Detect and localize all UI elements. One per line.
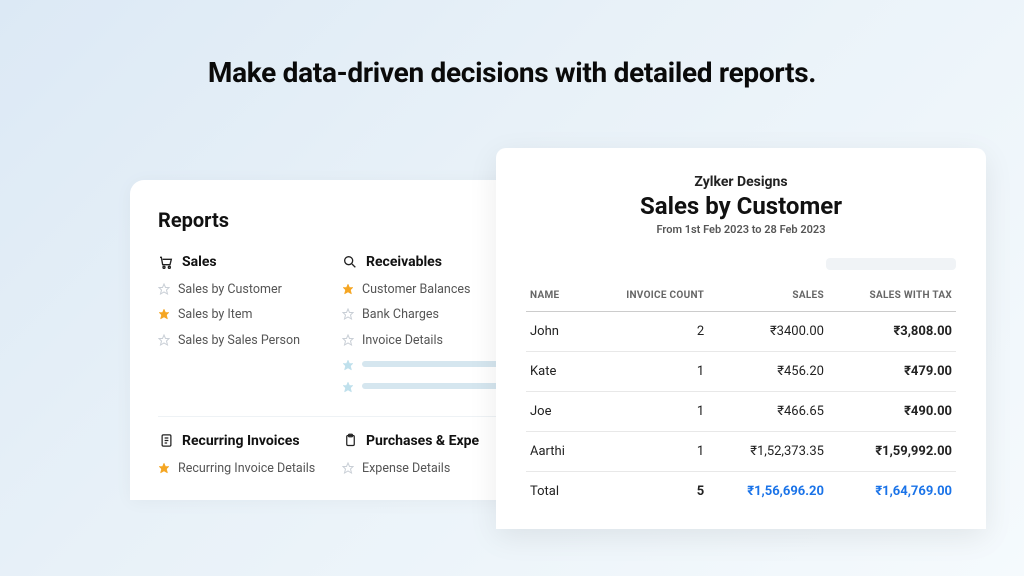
star-icon [158,462,170,474]
placeholder-item [342,358,502,371]
star-icon [158,308,170,320]
report-item-expense-details[interactable]: Expense Details [342,461,502,477]
category-label: Receivables [366,254,442,270]
cell-withtax: ₹3,808.00 [828,312,956,352]
report-item-customer-balances[interactable]: Customer Balances [342,282,502,298]
star-icon [342,308,354,320]
col-invoice-count[interactable]: INVOICE COUNT [587,280,709,312]
category-label: Sales [182,254,217,270]
col-sales[interactable]: SALES [708,280,828,312]
table-row[interactable]: Kate 1 ₹456.20 ₹479.00 [526,352,956,392]
star-icon [342,462,354,474]
cell-total-sales: ₹1,56,696.20 [708,472,828,512]
report-item-label: Invoice Details [362,333,443,349]
cell-withtax: ₹1,59,992.00 [828,432,956,472]
category-sales[interactable]: Sales [158,254,318,270]
star-icon [342,359,354,371]
report-item-label: Sales by Customer [178,282,282,298]
cell-sales: ₹1,52,373.35 [708,432,828,472]
report-item-sales-by-item[interactable]: Sales by Item [158,307,318,323]
cell-name: Aarthi [526,432,587,472]
star-icon [342,334,354,346]
report-item-label: Customer Balances [362,282,470,298]
report-item-bank-charges[interactable]: Bank Charges [342,307,502,323]
cell-total-label: Total [526,472,587,512]
placeholder-item [342,380,502,393]
table-row[interactable]: John 2 ₹3400.00 ₹3,808.00 [526,312,956,352]
report-title: Sales by Customer [526,192,956,220]
star-icon [158,334,170,346]
star-icon [342,283,354,295]
reports-title: Reports [158,208,502,232]
col-name[interactable]: NAME [526,280,587,312]
sales-table: NAME INVOICE COUNT SALES SALES WITH TAX … [526,280,956,511]
category-recurring[interactable]: Recurring Invoices [158,433,318,449]
receivables-icon [342,254,358,270]
report-item-sales-by-sales-person[interactable]: Sales by Sales Person [158,333,318,349]
category-receivables[interactable]: Receivables [342,254,502,270]
document-icon [158,433,174,449]
cell-count: 1 [587,392,709,432]
cell-total-withtax: ₹1,64,769.00 [828,472,956,512]
report-item-sales-by-customer[interactable]: Sales by Customer [158,282,318,298]
cell-name: Kate [526,352,587,392]
category-purchases[interactable]: Purchases & Expe [342,433,502,449]
cell-sales: ₹456.20 [708,352,828,392]
cell-sales: ₹3400.00 [708,312,828,352]
table-row[interactable]: Joe 1 ₹466.65 ₹490.00 [526,392,956,432]
date-range: From 1st Feb 2023 to 28 Feb 2023 [526,223,956,236]
report-item-label: Bank Charges [362,307,439,323]
col-sales-with-tax[interactable]: SALES WITH TAX [828,280,956,312]
cell-count: 1 [587,352,709,392]
divider [158,416,502,417]
cell-withtax: ₹490.00 [828,392,956,432]
cell-sales: ₹466.65 [708,392,828,432]
report-document: Zylker Designs Sales by Customer From 1s… [496,148,986,529]
category-label: Purchases & Expe [366,433,479,449]
report-item-label: Sales by Item [178,307,253,323]
cart-icon [158,254,174,270]
cell-total-count: 5 [587,472,709,512]
cell-count: 2 [587,312,709,352]
reports-panel: Reports Sales Sales by Customer Sales by… [130,180,530,500]
page-headline: Make data-driven decisions with detailed… [0,0,1024,89]
report-item-label: Sales by Sales Person [178,333,300,349]
category-label: Recurring Invoices [182,433,300,449]
report-item-label: Expense Details [362,461,450,477]
cell-withtax: ₹479.00 [828,352,956,392]
cell-name: John [526,312,587,352]
cell-count: 1 [587,432,709,472]
table-row[interactable]: Aarthi 1 ₹1,52,373.35 ₹1,59,992.00 [526,432,956,472]
table-total-row: Total 5 ₹1,56,696.20 ₹1,64,769.00 [526,472,956,512]
company-name: Zylker Designs [526,174,956,190]
report-item-recurring-invoice-details[interactable]: Recurring Invoice Details [158,461,318,477]
star-icon [158,283,170,295]
report-item-invoice-details[interactable]: Invoice Details [342,333,502,349]
placeholder-bar [826,258,956,270]
table-header-row: NAME INVOICE COUNT SALES SALES WITH TAX [526,280,956,312]
cell-name: Joe [526,392,587,432]
clipboard-icon [342,433,358,449]
report-item-label: Recurring Invoice Details [178,461,315,477]
star-icon [342,381,354,393]
